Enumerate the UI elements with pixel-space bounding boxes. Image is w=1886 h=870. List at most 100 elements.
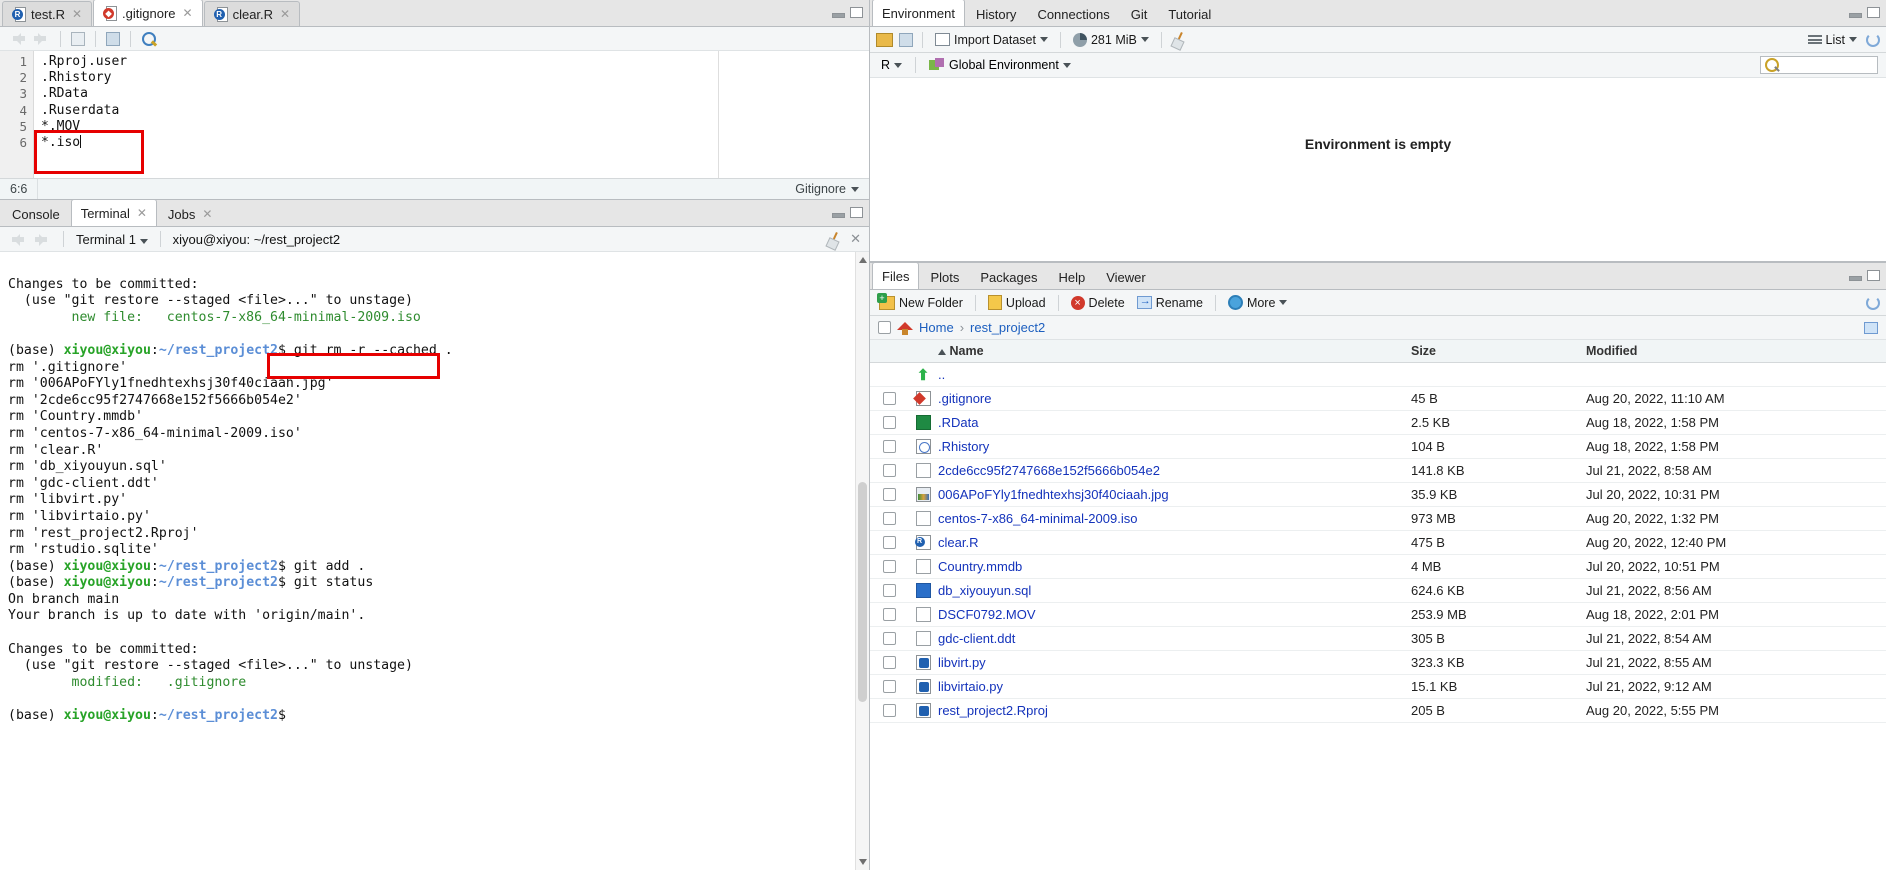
header-name[interactable]: Name [938, 344, 1411, 358]
table-row[interactable]: libvirtaio.py 15.1 KB Jul 21, 2022, 9:12… [870, 675, 1886, 699]
view-mode-button[interactable]: List [1805, 32, 1860, 48]
file-name[interactable]: Country.mmdb [938, 559, 1411, 574]
maximize-icon[interactable] [850, 7, 863, 18]
search-input-wrapper[interactable] [1760, 56, 1878, 74]
minimize-icon[interactable] [1849, 13, 1862, 18]
save-icon[interactable] [899, 32, 913, 47]
row-checkbox[interactable] [882, 632, 896, 645]
row-checkbox[interactable] [882, 512, 896, 525]
code-editor[interactable]: 1 2 3 4 5 6 .Rproj.user .Rhistory .RData… [0, 51, 869, 178]
breadcrumb-project[interactable]: rest_project2 [970, 320, 1045, 335]
table-row[interactable]: Country.mmdb 4 MB Jul 20, 2022, 10:51 PM [870, 555, 1886, 579]
row-checkbox[interactable] [882, 416, 896, 429]
file-name[interactable]: centos-7-x86_64-minimal-2009.iso [938, 511, 1411, 526]
environment-window-controls[interactable] [1849, 7, 1880, 18]
row-checkbox-cell[interactable] [870, 512, 908, 525]
import-dataset-button[interactable]: Import Dataset [932, 32, 1051, 48]
row-checkbox-cell[interactable] [870, 560, 908, 573]
language-selector[interactable]: R [878, 57, 905, 73]
tab-git[interactable]: Git [1120, 1, 1158, 26]
header-size[interactable]: Size [1411, 344, 1586, 358]
table-row-parent[interactable]: ⬆ .. [870, 363, 1886, 387]
row-checkbox-cell[interactable] [870, 656, 908, 669]
table-row[interactable]: 2cde6cc95f2747668e152f5666b054e2 141.8 K… [870, 459, 1886, 483]
maximize-icon[interactable] [1867, 270, 1880, 281]
breadcrumb-home[interactable]: Home [919, 320, 954, 335]
row-checkbox[interactable] [882, 584, 896, 597]
upload-button[interactable]: Upload [985, 294, 1049, 311]
row-checkbox[interactable] [882, 464, 896, 477]
file-name[interactable]: .RData [938, 415, 1411, 430]
close-terminal-icon[interactable]: ✕ [850, 231, 861, 247]
table-row[interactable]: centos-7-x86_64-minimal-2009.iso 973 MB … [870, 507, 1886, 531]
source-window-controls[interactable] [832, 7, 863, 18]
chevron-down-icon[interactable] [1140, 37, 1149, 42]
row-checkbox[interactable] [882, 440, 896, 453]
file-name[interactable]: .. [938, 367, 1411, 382]
console-window-controls[interactable] [832, 207, 863, 218]
table-row[interactable]: DSCF0792.MOV 253.9 MB Aug 18, 2022, 2:01… [870, 603, 1886, 627]
source-tab-gitignore[interactable]: ◆ .gitignore ✕ [93, 0, 203, 26]
tab-tutorial[interactable]: Tutorial [1158, 1, 1222, 26]
new-folder-button[interactable]: New Folder [876, 292, 966, 311]
header-modified[interactable]: Modified [1586, 344, 1886, 358]
tab-files[interactable]: Files [872, 262, 920, 289]
file-name[interactable]: .Rhistory [938, 439, 1411, 454]
clear-console-icon[interactable] [826, 232, 841, 247]
tab-terminal[interactable]: Terminal ✕ [70, 199, 157, 226]
table-row[interactable]: rest_project2.Rproj 205 B Aug 20, 2022, … [870, 699, 1886, 723]
terminal-output-body[interactable]: Changes to be committed: (use "git resto… [0, 252, 869, 870]
maximize-icon[interactable] [1867, 7, 1880, 18]
chevron-down-icon[interactable] [1039, 37, 1048, 42]
scope-selector[interactable]: Global Environment [926, 57, 1074, 73]
row-checkbox[interactable] [882, 488, 896, 501]
save-icon[interactable] [106, 31, 120, 46]
row-checkbox-cell[interactable] [870, 464, 908, 477]
chevron-down-icon[interactable] [1279, 300, 1288, 305]
table-row[interactable]: 006APoFYly1fnedhtexhsj30f40ciaah.jpg 35.… [870, 483, 1886, 507]
row-checkbox[interactable] [882, 656, 896, 669]
table-row[interactable]: clear.R 475 B Aug 20, 2022, 12:40 PM [870, 531, 1886, 555]
code-text-area[interactable]: .Rproj.user .Rhistory .RData .Ruserdata … [34, 51, 869, 178]
table-row[interactable]: gdc-client.ddt 305 B Jul 21, 2022, 8:54 … [870, 627, 1886, 651]
more-button[interactable]: More [1225, 294, 1290, 311]
table-row[interactable]: libvirt.py 323.3 KB Jul 21, 2022, 8:55 A… [870, 651, 1886, 675]
tab-plots[interactable]: Plots [920, 264, 970, 289]
rename-button[interactable]: Rename [1134, 295, 1206, 311]
more-files-options-icon[interactable] [1864, 321, 1878, 334]
chevron-down-icon[interactable] [1849, 37, 1857, 42]
row-checkbox-cell[interactable] [870, 584, 908, 597]
home-icon[interactable] [897, 321, 913, 335]
tab-viewer[interactable]: Viewer [1096, 264, 1156, 289]
table-row[interactable]: .Rhistory 104 B Aug 18, 2022, 1:58 PM [870, 435, 1886, 459]
file-name[interactable]: rest_project2.Rproj [938, 703, 1411, 718]
find-replace-icon[interactable] [141, 31, 157, 47]
tab-packages[interactable]: Packages [970, 264, 1048, 289]
sort-ascending-icon[interactable] [938, 349, 946, 355]
file-name[interactable]: db_xiyouyun.sql [938, 583, 1411, 598]
tab-jobs[interactable]: Jobs ✕ [157, 201, 223, 226]
forward-arrow-icon[interactable] [33, 32, 50, 45]
delete-button[interactable]: Delete [1068, 295, 1128, 311]
open-folder-icon[interactable] [876, 32, 893, 47]
row-checkbox-cell[interactable] [870, 416, 908, 429]
tab-console[interactable]: Console [2, 201, 70, 226]
tab-help[interactable]: Help [1048, 264, 1096, 289]
file-name[interactable]: DSCF0792.MOV [938, 607, 1411, 622]
row-checkbox-cell[interactable] [870, 680, 908, 693]
chevron-down-icon[interactable] [1062, 62, 1071, 68]
refresh-files-icon[interactable] [1866, 295, 1880, 310]
show-in-new-window-icon[interactable] [71, 31, 85, 46]
row-checkbox-cell[interactable] [870, 392, 908, 405]
file-type-selector[interactable]: Gitignore [785, 182, 869, 196]
refresh-icon[interactable] [1866, 32, 1880, 47]
scrollbar-thumb[interactable] [858, 482, 867, 702]
row-checkbox-cell[interactable] [870, 632, 908, 645]
chevron-down-icon[interactable] [139, 238, 148, 244]
close-icon[interactable]: ✕ [280, 7, 290, 21]
row-checkbox[interactable] [882, 680, 896, 693]
row-checkbox[interactable] [882, 392, 896, 405]
source-tab-clear-r[interactable]: R clear.R ✕ [203, 1, 301, 26]
row-checkbox[interactable] [882, 608, 896, 621]
row-checkbox-cell[interactable] [870, 488, 908, 501]
